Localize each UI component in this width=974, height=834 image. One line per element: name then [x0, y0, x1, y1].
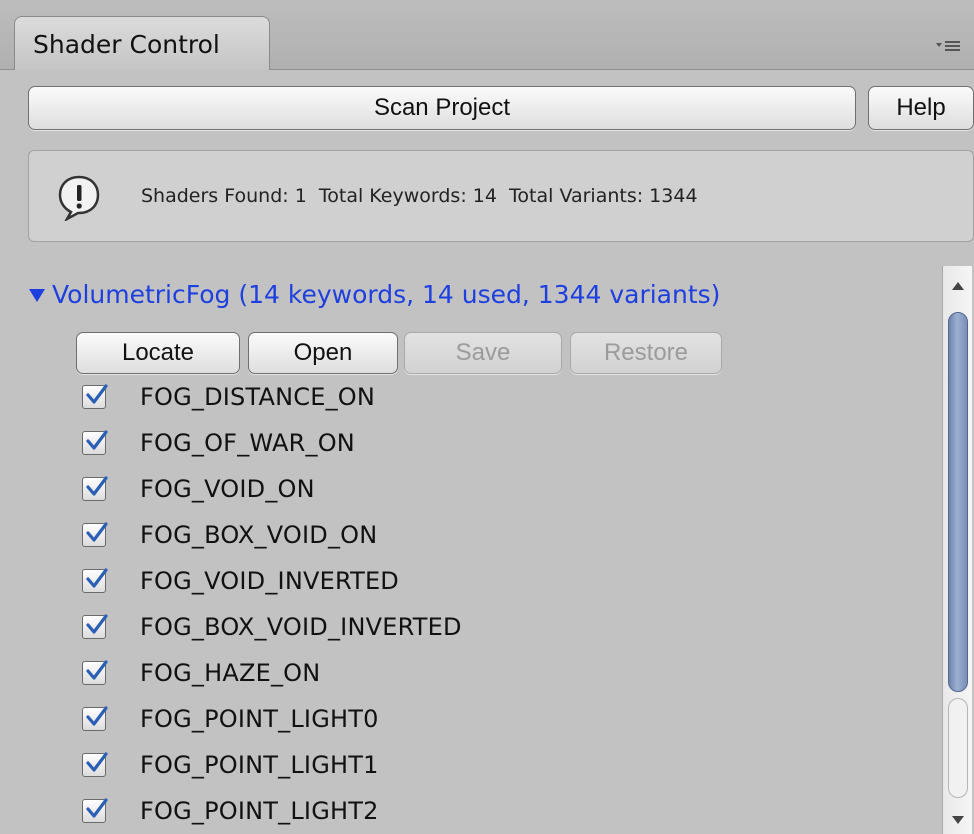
shader-foldout-volumetricfog[interactable]: VolumetricFog (14 keywords, 14 used, 134…: [28, 280, 720, 309]
keyword-label: FOG_VOID_ON: [140, 475, 315, 503]
foldout-expanded-icon: [29, 288, 45, 302]
keyword-label: FOG_HAZE_ON: [140, 659, 321, 687]
vertical-scrollbar[interactable]: [942, 266, 972, 834]
keyword-row: FOG_HAZE_ON: [82, 650, 882, 696]
keyword-list: FOG_DISTANCE_ON FOG_OF_WAR_ON FOG_VOID_O…: [82, 374, 882, 834]
keyword-row: FOG_VOID_INVERTED: [82, 558, 882, 604]
keyword-row: FOG_OF_WAR_ON: [82, 420, 882, 466]
keyword-label: FOG_POINT_LIGHT2: [140, 797, 379, 825]
keyword-label: FOG_POINT_LIGHT0: [140, 705, 379, 733]
keyword-checkbox[interactable]: [82, 752, 108, 777]
tab-options-icon[interactable]: [934, 38, 962, 54]
scrollbar-track[interactable]: [948, 698, 968, 798]
open-button[interactable]: Open: [248, 332, 398, 374]
keyword-checkbox[interactable]: [82, 568, 108, 593]
keyword-row: FOG_BOX_VOID_INVERTED: [82, 604, 882, 650]
scroll-up-arrow-icon[interactable]: [943, 272, 973, 300]
keyword-row: FOG_BOX_VOID_ON: [82, 512, 882, 558]
keyword-label: FOG_POINT_LIGHT1: [140, 751, 379, 779]
shader-title: VolumetricFog (14 keywords, 14 used, 134…: [52, 280, 721, 309]
tab-title: Shader Control: [33, 29, 220, 59]
scroll-down-arrow-icon[interactable]: [943, 806, 973, 834]
scan-summary-text: Shaders Found: 1 Total Keywords: 14 Tota…: [141, 185, 698, 207]
keyword-checkbox[interactable]: [82, 430, 108, 455]
keyword-checkbox[interactable]: [82, 798, 108, 823]
keyword-checkbox[interactable]: [82, 660, 108, 685]
tab-bar: Shader Control: [0, 0, 974, 71]
help-button[interactable]: Help: [868, 86, 974, 130]
scan-project-button[interactable]: Scan Project: [28, 86, 856, 130]
keyword-row: FOG_POINT_LIGHT0: [82, 696, 882, 742]
keyword-row: FOG_VOID_ON: [82, 466, 882, 512]
shader-control-panel: Scan Project Help Shaders Found: 1 Total…: [8, 70, 974, 834]
exclamation-circle-icon: [55, 173, 103, 223]
restore-button[interactable]: Restore: [570, 332, 722, 374]
scrollbar-thumb[interactable]: [948, 312, 968, 692]
keyword-checkbox[interactable]: [82, 476, 108, 501]
keyword-checkbox[interactable]: [82, 384, 108, 409]
keyword-label: FOG_DISTANCE_ON: [140, 383, 376, 411]
locate-button[interactable]: Locate: [76, 332, 240, 374]
keyword-label: FOG_BOX_VOID_ON: [140, 521, 378, 549]
tab-shader-control[interactable]: Shader Control: [14, 16, 270, 71]
keyword-label: FOG_OF_WAR_ON: [140, 429, 355, 457]
keyword-row: FOG_POINT_LIGHT2: [82, 788, 882, 834]
info-box: Shaders Found: 1 Total Keywords: 14 Tota…: [28, 150, 974, 242]
shader-list-scroll-area: VolumetricFog (14 keywords, 14 used, 134…: [8, 266, 974, 834]
keyword-checkbox[interactable]: [82, 614, 108, 639]
keyword-row: FOG_DISTANCE_ON: [82, 374, 882, 420]
keyword-label: FOG_BOX_VOID_INVERTED: [140, 613, 462, 641]
save-button[interactable]: Save: [404, 332, 562, 374]
keyword-row: FOG_POINT_LIGHT1: [82, 742, 882, 788]
keyword-checkbox[interactable]: [82, 706, 108, 731]
keyword-checkbox[interactable]: [82, 522, 108, 547]
keyword-label: FOG_VOID_INVERTED: [140, 567, 399, 595]
